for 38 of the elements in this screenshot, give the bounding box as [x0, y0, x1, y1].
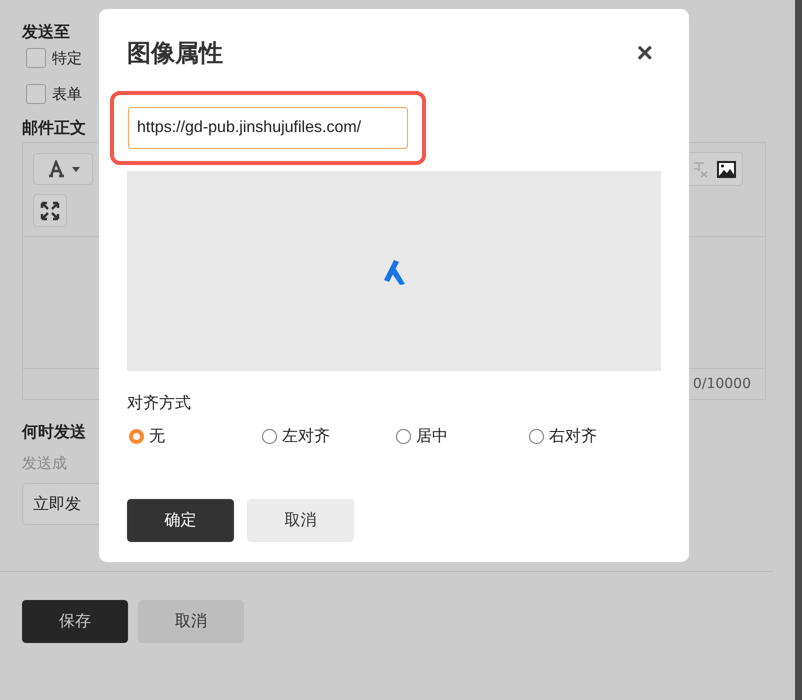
fullscreen-button[interactable] [33, 194, 67, 227]
confirm-button[interactable]: 确定 [127, 499, 234, 542]
dialog-title: 图像属性 [127, 38, 223, 69]
radio-button[interactable] [529, 429, 544, 444]
alignment-option[interactable]: 左对齐 [262, 426, 394, 447]
checkbox-label: 特定 [52, 48, 82, 68]
option-label: 左对齐 [282, 426, 330, 447]
hint-text: 发送成 [22, 454, 68, 473]
cancel-button[interactable]: 取消 [247, 499, 354, 542]
image-button[interactable] [717, 160, 736, 178]
save-button[interactable]: 保存 [22, 600, 128, 643]
font-icon [46, 160, 66, 178]
alignment-option[interactable]: 居中 [396, 426, 527, 447]
checkbox-label: 表单 [52, 84, 82, 104]
alignment-option[interactable]: 无 [129, 426, 260, 447]
section-heading: 何时发送 [22, 421, 86, 443]
radio-button[interactable] [129, 429, 144, 444]
font-button[interactable] [33, 153, 93, 185]
radio-button[interactable] [396, 429, 411, 444]
cancel-button[interactable]: 取消 [138, 600, 244, 643]
field-label: 对齐方式 [127, 393, 192, 414]
checkbox[interactable] [26, 48, 46, 68]
section-heading: 邮件正文 [22, 117, 86, 139]
option-label: 居中 [416, 426, 448, 447]
image-icon [717, 160, 736, 178]
scrollbar[interactable] [795, 0, 802, 700]
option-label: 右对齐 [549, 426, 597, 447]
radio-button[interactable] [262, 429, 277, 444]
section-heading: 发送至 [22, 21, 70, 43]
alignment-option[interactable]: 右对齐 [529, 426, 661, 447]
expand-icon [40, 200, 60, 220]
checkbox[interactable] [26, 84, 46, 104]
option-label: 无 [149, 426, 165, 447]
url-field[interactable]: https://gd-pub.jinshujufiles.com/ [128, 107, 408, 149]
character-count: 0/10000 [692, 376, 751, 392]
clear-format-icon [691, 160, 709, 178]
close-button[interactable]: × [628, 39, 661, 67]
caret-icon [72, 166, 80, 172]
